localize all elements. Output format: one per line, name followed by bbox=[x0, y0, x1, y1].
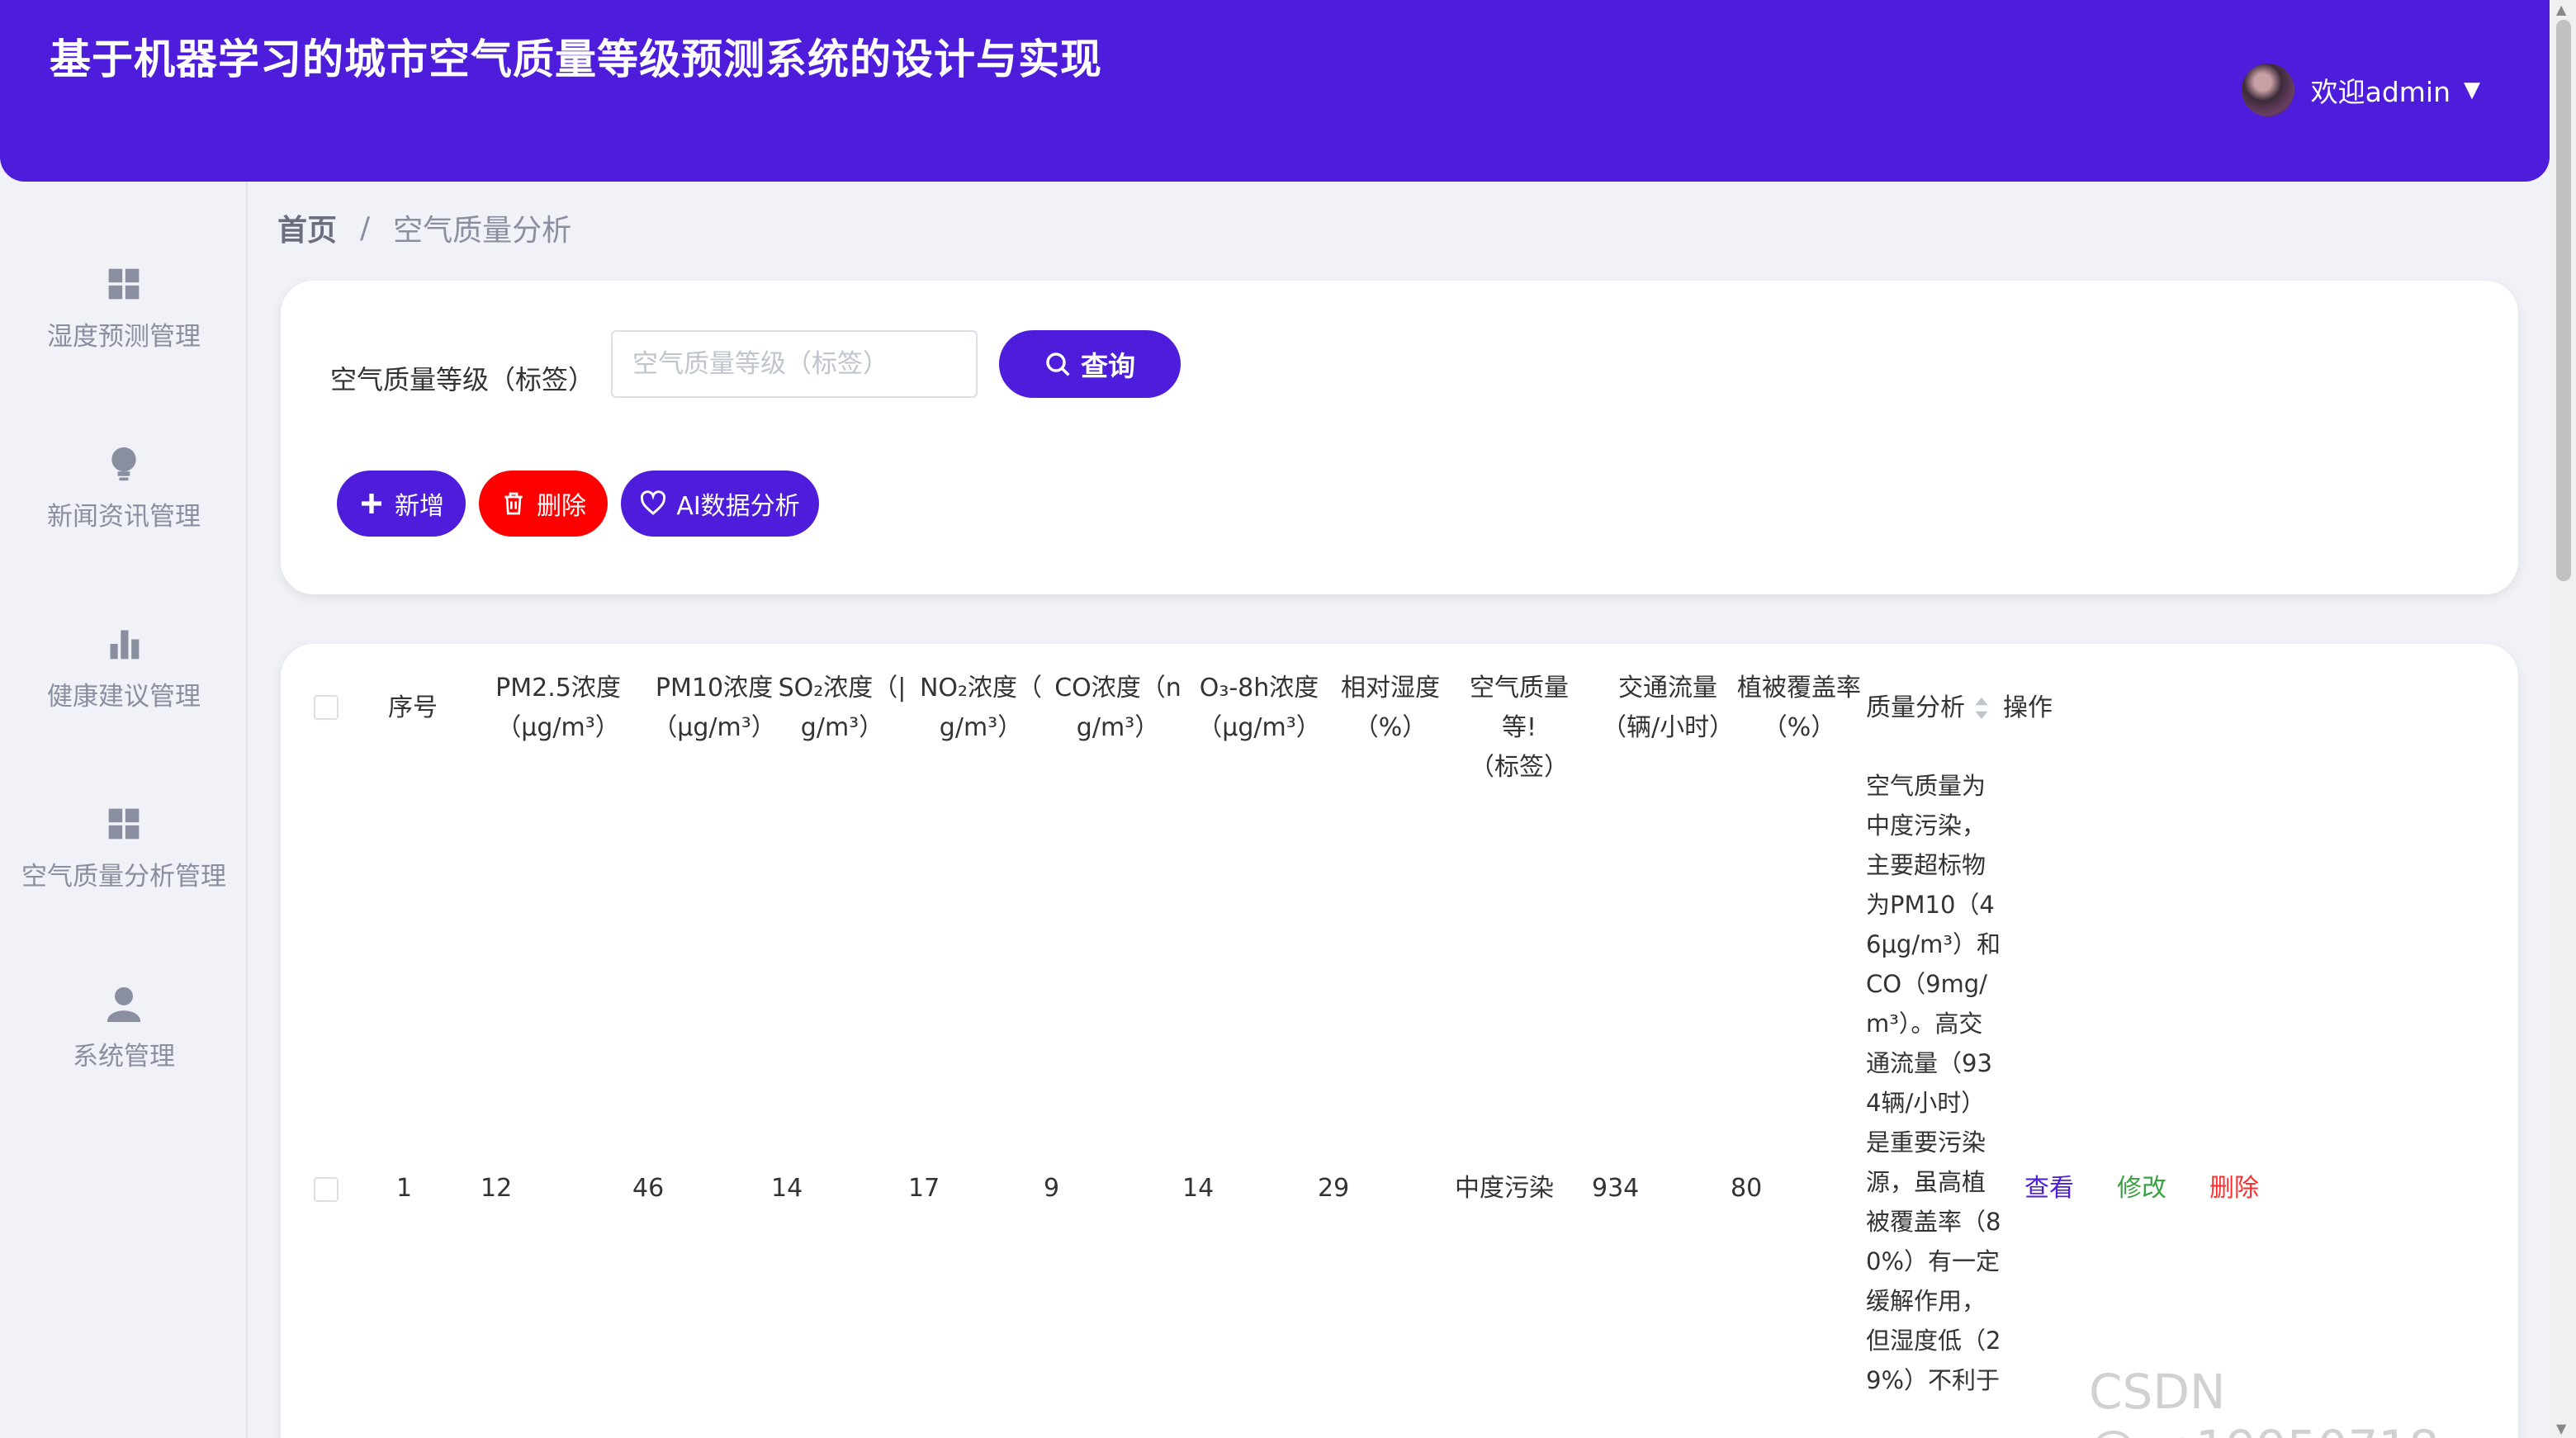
lightbulb-icon bbox=[0, 446, 248, 489]
header-humidity[interactable]: 相对湿度 （%） bbox=[1333, 669, 1448, 748]
breadcrumb-current: 空气质量分析 bbox=[393, 214, 572, 248]
cell-humidity: 29 bbox=[1318, 1174, 1350, 1203]
header-pm10-line2: （μg/m³） bbox=[652, 713, 776, 742]
header-vegetation-line2: （%） bbox=[1762, 713, 1836, 742]
sidebar: 湿度预测管理 新闻资讯管理 健康建议管理 空气质量分析管理 系统管理 bbox=[0, 182, 248, 1438]
header-level[interactable]: 空气质量等! （标签） bbox=[1453, 669, 1585, 788]
cell-no2: 17 bbox=[908, 1174, 940, 1203]
cell-level: 中度污染 bbox=[1455, 1174, 1554, 1203]
view-link[interactable]: 查看 bbox=[2024, 1169, 2074, 1209]
delete-button[interactable]: 删除 bbox=[479, 471, 608, 537]
user-icon bbox=[0, 986, 248, 1029]
search-input[interactable] bbox=[611, 330, 978, 398]
data-table: 序号 PM2.5浓度 （μg/m³） PM10浓度 （μg/m³） SO₂浓度（… bbox=[281, 644, 2518, 1438]
plus-icon bbox=[362, 494, 381, 513]
header-so2-line1: SO₂浓度（| bbox=[778, 674, 907, 702]
delete-button-label: 删除 bbox=[537, 492, 586, 521]
bar-chart-icon bbox=[0, 626, 248, 669]
header-index: 序号 bbox=[388, 693, 438, 722]
search-icon bbox=[1046, 352, 1070, 376]
page-scrollbar[interactable]: ▲ ▼ bbox=[2550, 0, 2576, 1438]
add-button-label: 新增 bbox=[395, 492, 444, 521]
search-label: 空气质量等级（标签） bbox=[330, 364, 595, 395]
add-button[interactable]: 新增 bbox=[337, 471, 466, 537]
header-no2-line1: NO₂浓度（ bbox=[919, 674, 1043, 702]
caret-down-icon[interactable]: ▼ bbox=[2464, 78, 2480, 102]
welcome-text[interactable]: 欢迎admin bbox=[2311, 70, 2451, 110]
header-traffic-line2: （辆/小时） bbox=[1602, 713, 1735, 742]
header-pm25-line1: PM2.5浓度 bbox=[495, 674, 621, 702]
sidebar-item-label: 系统管理 bbox=[73, 1042, 175, 1071]
header-traffic-line1: 交通流量 bbox=[1618, 674, 1717, 702]
header-operation: 操作 bbox=[2003, 693, 2053, 722]
grid-icon bbox=[0, 806, 248, 849]
header-level-line2: （标签） bbox=[1470, 753, 1569, 782]
header-vegetation-line1: 植被覆盖率 bbox=[1737, 674, 1861, 702]
header-co-line1: CO浓度（n bbox=[1054, 674, 1181, 702]
header-vegetation[interactable]: 植被覆盖率 （%） bbox=[1737, 669, 1861, 748]
sidebar-item-label: 湿度预测管理 bbox=[47, 322, 201, 352]
scroll-up-icon[interactable]: ▲ bbox=[2556, 2, 2566, 17]
sidebar-item-label: 新闻资讯管理 bbox=[47, 502, 201, 532]
header-no2-line2: g/m³） bbox=[939, 713, 1023, 742]
watermark: CSDN @xn19950718 bbox=[2089, 1364, 2439, 1438]
breadcrumb: 首页 / 空气质量分析 bbox=[277, 206, 571, 249]
cell-pm10: 46 bbox=[632, 1174, 665, 1203]
header-pm10[interactable]: PM10浓度 （μg/m³） bbox=[644, 669, 784, 748]
sidebar-item-humidity[interactable]: 湿度预测管理 bbox=[0, 266, 248, 352]
ai-analysis-button[interactable]: AI数据分析 bbox=[621, 471, 819, 537]
row-checkbox[interactable] bbox=[314, 1177, 339, 1202]
header-analysis-label: 质量分析 bbox=[1866, 693, 1965, 722]
edit-link[interactable]: 修改 bbox=[2117, 1169, 2166, 1209]
header-pm10-line1: PM10浓度 bbox=[655, 674, 774, 702]
header-so2-line2: g/m³） bbox=[800, 713, 884, 742]
header-traffic[interactable]: 交通流量 （辆/小时） bbox=[1602, 669, 1734, 748]
sidebar-item-news[interactable]: 新闻资讯管理 bbox=[0, 446, 248, 532]
cell-co: 9 bbox=[1044, 1174, 1060, 1203]
app-title: 基于机器学习的城市空气质量等级预测系统的设计与实现 bbox=[50, 35, 1102, 83]
header-o3-line2: （μg/m³） bbox=[1197, 713, 1321, 742]
header-o3[interactable]: O₃-8h浓度 （μg/m³） bbox=[1189, 669, 1329, 748]
header-co-line2: g/m³） bbox=[1076, 713, 1160, 742]
select-all-checkbox[interactable] bbox=[314, 695, 339, 720]
grid-icon bbox=[0, 266, 248, 309]
header-co[interactable]: CO浓度（n g/m³） bbox=[1052, 669, 1184, 748]
heart-icon bbox=[641, 490, 666, 515]
header-pm25[interactable]: PM2.5浓度 （μg/m³） bbox=[484, 669, 632, 748]
sidebar-item-air-quality[interactable]: 空气质量分析管理 bbox=[0, 806, 248, 892]
header-no2[interactable]: NO₂浓度（ g/m³） bbox=[915, 669, 1047, 748]
avatar[interactable] bbox=[2241, 64, 2294, 116]
cell-pm25: 12 bbox=[481, 1174, 513, 1203]
cell-traffic: 934 bbox=[1592, 1174, 1640, 1203]
breadcrumb-home[interactable]: 首页 bbox=[277, 206, 337, 249]
search-card: 空气质量等级（标签） 查询 新增 删除 AI数据分析 bbox=[281, 281, 2518, 594]
header-so2[interactable]: SO₂浓度（| g/m³） bbox=[776, 669, 908, 748]
user-menu[interactable]: 欢迎admin ▼ bbox=[2241, 63, 2480, 117]
sort-icon[interactable] bbox=[1973, 696, 1990, 721]
header-level-line1: 空气质量等! bbox=[1470, 674, 1569, 742]
query-button-label: 查询 bbox=[1081, 350, 1135, 382]
cell-analysis: 空气质量为中度污染，主要超标物为PM10（46μg/m³）和CO（9mg/m³）… bbox=[1866, 772, 2001, 1394]
top-header: 基于机器学习的城市空气质量等级预测系统的设计与实现 欢迎admin ▼ bbox=[0, 0, 2550, 182]
breadcrumb-separator: / bbox=[360, 210, 371, 245]
trash-icon bbox=[504, 492, 523, 515]
header-humidity-line1: 相对湿度 bbox=[1341, 674, 1440, 702]
sidebar-item-system[interactable]: 系统管理 bbox=[0, 986, 248, 1072]
row-delete-link[interactable]: 删除 bbox=[2209, 1169, 2259, 1209]
sidebar-item-health[interactable]: 健康建议管理 bbox=[0, 626, 248, 712]
header-o3-line1: O₃-8h浓度 bbox=[1199, 674, 1319, 702]
query-button[interactable]: 查询 bbox=[999, 330, 1181, 398]
sidebar-item-label: 空气质量分析管理 bbox=[21, 862, 226, 892]
ai-analysis-button-label: AI数据分析 bbox=[676, 492, 800, 521]
scrollbar-thumb[interactable] bbox=[2556, 20, 2571, 581]
header-analysis[interactable]: 质量分析 bbox=[1866, 688, 1990, 728]
cell-so2: 14 bbox=[771, 1174, 803, 1203]
cell-vegetation: 80 bbox=[1731, 1174, 1763, 1203]
cell-index: 1 bbox=[396, 1174, 413, 1203]
header-humidity-line2: （%） bbox=[1353, 713, 1428, 742]
sidebar-item-label: 健康建议管理 bbox=[47, 682, 201, 712]
header-pm25-line2: （μg/m³） bbox=[496, 713, 620, 742]
cell-o3: 14 bbox=[1182, 1174, 1215, 1203]
